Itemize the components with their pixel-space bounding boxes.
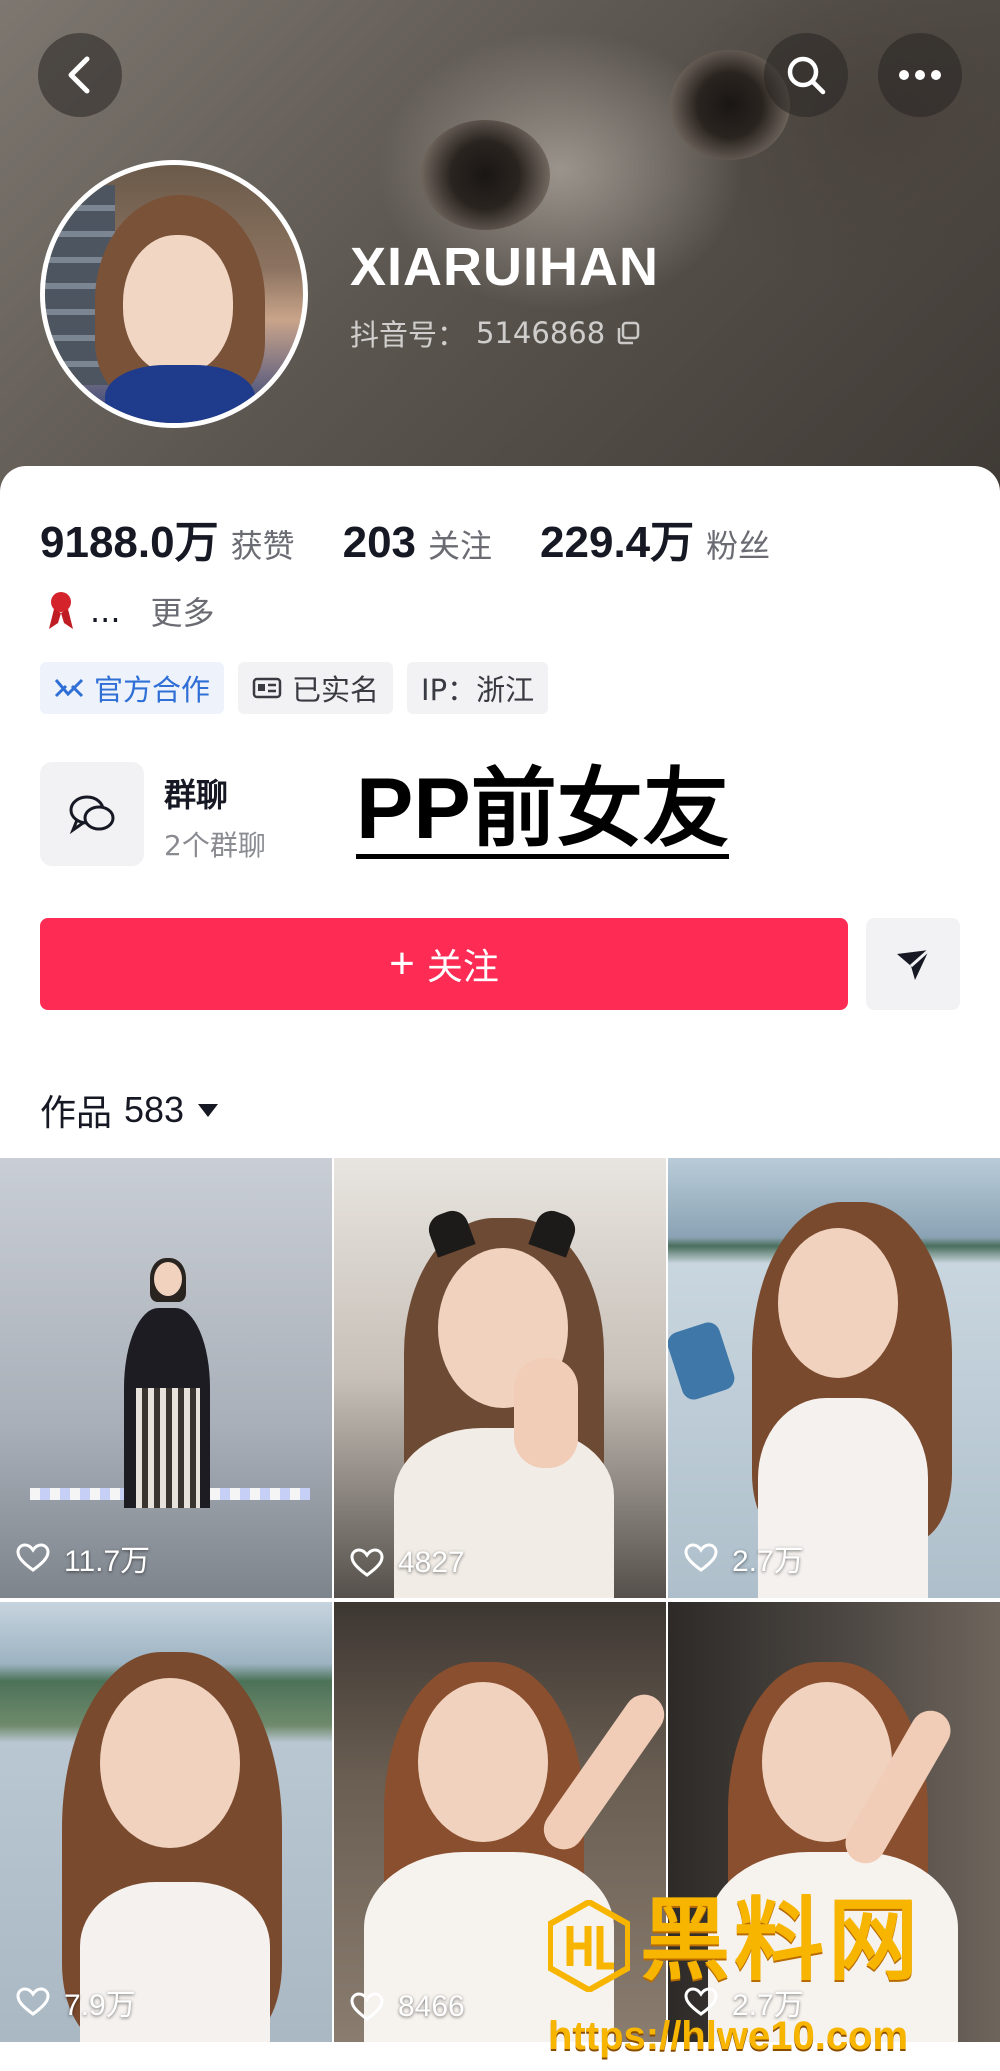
heart-icon xyxy=(684,1543,718,1572)
watermark-url: https://hlwe10.com xyxy=(548,2014,909,2058)
video-thumbnail[interactable]: 2.7万 xyxy=(668,1158,1000,1598)
more-button[interactable] xyxy=(878,33,962,117)
video-likes: 4827 xyxy=(350,1546,465,1580)
tags-row: 官方合作 已实名 IP：浙江 xyxy=(40,662,549,714)
group-chat-tile[interactable] xyxy=(40,762,144,866)
plus-icon: + xyxy=(389,939,415,988)
ribbon-icon xyxy=(49,592,73,629)
cover-image-detail xyxy=(420,120,550,230)
chevron-left-icon xyxy=(68,56,90,94)
douyin-id: 抖音号： 5146868 xyxy=(350,312,641,354)
official-cooperation-tag[interactable]: 官方合作 xyxy=(40,662,225,714)
followers-label: 粉丝 xyxy=(706,527,771,565)
group-chat-subtitle: 2个群聊 xyxy=(164,829,266,862)
video-likes: 8466 xyxy=(350,1990,465,2024)
chat-bubbles-icon xyxy=(69,795,115,835)
bio-text: ... xyxy=(90,592,121,630)
video-thumbnail[interactable]: 11.7万 xyxy=(0,1158,332,1598)
heart-icon xyxy=(350,1992,384,2021)
following-label: 关注 xyxy=(428,527,493,565)
video-likes: 7.9万 xyxy=(16,1980,136,2024)
douyin-id-value: 5146868 xyxy=(476,316,606,350)
watermark-logo-icon xyxy=(548,1900,630,1992)
handshake-icon xyxy=(54,678,84,698)
back-button[interactable] xyxy=(38,33,122,117)
username: XIARUIHAN xyxy=(350,237,660,297)
ip-tag-label: IP：浙江 xyxy=(421,673,535,707)
works-header[interactable]: 作品 583 xyxy=(40,1084,220,1136)
search-button[interactable] xyxy=(764,33,848,117)
video-likes-count: 4827 xyxy=(398,1546,465,1579)
works-label: 作品 xyxy=(40,1093,113,1134)
video-likes-count: 7.9万 xyxy=(64,1989,136,2022)
verified-tag[interactable]: 已实名 xyxy=(238,662,394,714)
more-horizontal-icon xyxy=(899,70,941,80)
video-thumbnail[interactable]: 7.9万 xyxy=(0,1602,332,2042)
video-likes-count: 8466 xyxy=(398,1990,465,2023)
heart-icon xyxy=(16,1987,50,2016)
watermark-title: 黑料网 xyxy=(640,1888,922,1993)
likes-label: 获赞 xyxy=(230,527,295,565)
followers-count[interactable]: 229.4万 xyxy=(540,506,694,570)
avatar[interactable] xyxy=(40,160,308,428)
video-likes: 11.7万 xyxy=(16,1536,150,1580)
ip-location-tag: IP：浙江 xyxy=(407,662,549,714)
video-likes-count: 2.7万 xyxy=(732,1545,804,1578)
video-likes: 2.7万 xyxy=(684,1536,804,1580)
video-likes-count: 11.7万 xyxy=(64,1545,151,1578)
douyin-id-label: 抖音号： xyxy=(350,318,467,352)
id-card-icon xyxy=(252,677,282,699)
caret-down-icon xyxy=(198,1104,219,1117)
group-chat-title[interactable]: 群聊 xyxy=(164,770,228,816)
following-count[interactable]: 203 xyxy=(343,518,416,568)
send-icon xyxy=(897,948,930,980)
heart-icon xyxy=(350,1548,384,1577)
profile-card: 9188.0万 获赞 203 关注 229.4万 粉丝 ... 更多 官方合作 … xyxy=(0,466,1000,2071)
share-button[interactable] xyxy=(866,918,960,1010)
follow-button[interactable]: + 关注 xyxy=(40,918,848,1010)
verified-tag-label: 已实名 xyxy=(292,673,380,707)
bio[interactable]: ... 更多 xyxy=(44,588,215,634)
overlay-caption: PP前女友 xyxy=(356,761,729,859)
bio-more-link[interactable]: 更多 xyxy=(151,588,215,634)
follow-button-label: 关注 xyxy=(426,946,499,987)
heart-icon xyxy=(16,1543,50,1572)
stats-row: 9188.0万 获赞 203 关注 229.4万 粉丝 xyxy=(40,506,818,570)
search-icon xyxy=(787,56,826,95)
copy-icon[interactable] xyxy=(615,320,641,346)
video-thumbnail[interactable]: 4827 xyxy=(334,1158,666,1598)
profile-cover: XIARUIHAN 抖音号： 5146868 xyxy=(0,0,1000,500)
likes-count[interactable]: 9188.0万 xyxy=(40,506,219,570)
official-tag-label: 官方合作 xyxy=(94,673,211,707)
works-count: 583 xyxy=(124,1089,185,1130)
